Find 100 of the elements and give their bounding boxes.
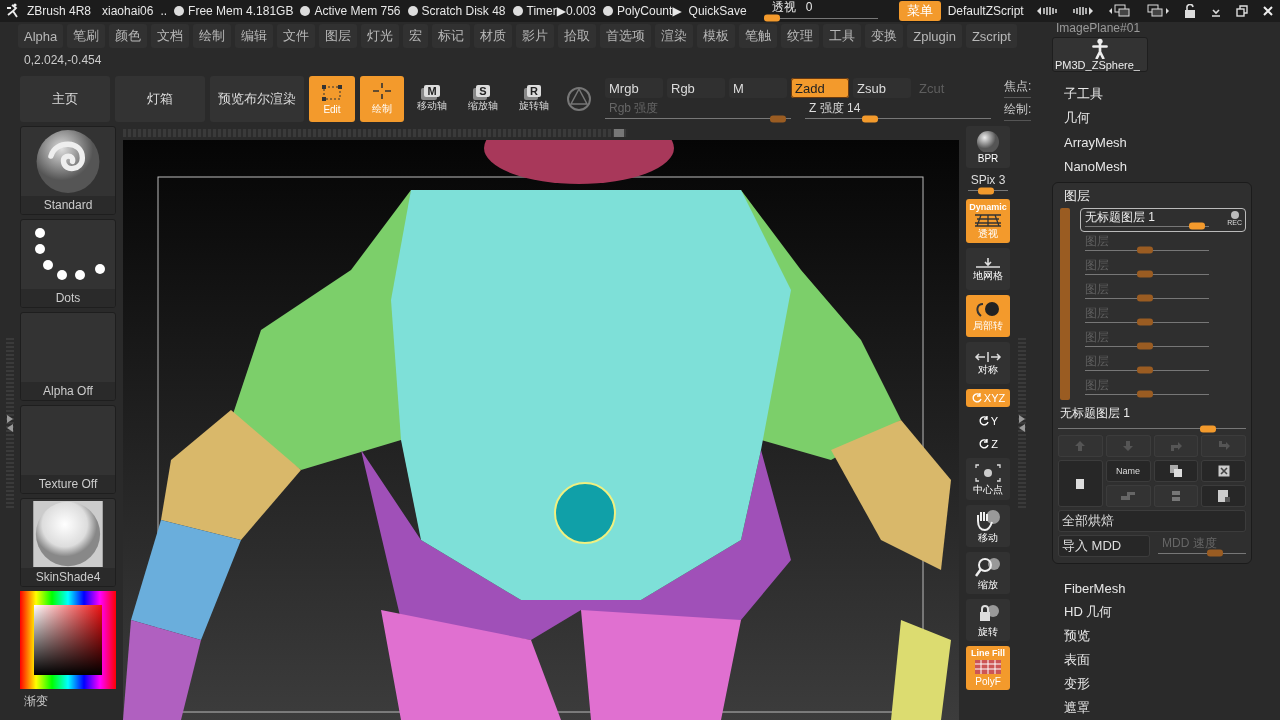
panel-section[interactable]: HD 几何 [1052,600,1252,624]
panel-section[interactable]: 预览 [1052,624,1252,648]
tool-thumbnail[interactable]: PM3D_ZSphere_ [1052,37,1148,72]
script-name: DefaultZScript [947,4,1024,18]
menu-item[interactable]: 文件 [277,24,316,48]
shelf-button[interactable]: Z [966,435,1010,453]
menu-item[interactable]: 灯光 [361,24,400,48]
shelf-card[interactable]: Texture Off [20,405,116,494]
arrow-bars-icon[interactable] [1072,5,1094,17]
toolbar-button[interactable]: 灯箱 [115,76,205,122]
slider-thumb[interactable] [862,115,879,122]
bake-button[interactable]: 全部烘焙 [1058,510,1246,532]
menu-item[interactable]: 图层 [319,24,358,48]
axis-button[interactable]: S 缩放轴 [460,76,506,122]
panel-section[interactable]: ArrayMesh [1052,130,1252,154]
status-text: Timer▶0.003 [526,4,596,18]
collapse-handle[interactable] [1018,338,1026,508]
mode-button[interactable]: M [729,78,787,98]
panel-section[interactable]: FiberMesh [1052,576,1252,600]
menu-item[interactable]: 渲染 [655,24,694,48]
menu-item[interactable]: 宏 [403,24,429,48]
shelf-button[interactable]: Y [966,412,1010,430]
menu-item[interactable]: 工具 [823,24,862,48]
shelf-button[interactable]: 对称 [966,342,1010,384]
steps-icon [1120,491,1137,501]
color-picker[interactable] [20,591,116,689]
slider-thumb[interactable] [1200,425,1217,432]
axis-button[interactable]: M 移动轴 [409,76,455,122]
menu-item[interactable]: 文档 [151,24,190,48]
edit-frame-icon [321,83,343,102]
card-label: SkinShade4 [21,568,115,586]
layer-tool-button[interactable] [1153,460,1199,482]
layer-tool-button[interactable] [1201,460,1246,482]
collapse-handle[interactable] [6,338,14,508]
shelf-card[interactable]: Alpha Off [20,312,116,401]
shelf-card[interactable]: Dots [20,219,116,308]
quicksave-button[interactable]: QuickSave [688,4,747,18]
menu-item[interactable]: Alpha [18,24,64,48]
mode-button[interactable]: Zadd [791,78,849,98]
menu-item[interactable]: 编辑 [235,24,274,48]
panel-section[interactable]: 表面 [1052,648,1252,672]
color-label: 渐变 [23,693,49,710]
shelf-button[interactable]: 缩放 [966,552,1010,594]
name-button[interactable]: Name [1105,460,1151,482]
layer-tool-button[interactable] [1058,460,1103,507]
panel-title: 图层 [1063,187,1091,205]
rotate-arrow-icon [970,392,983,404]
slider-thumb[interactable] [978,187,994,194]
arrow-bars-icon[interactable] [1036,5,1058,17]
panel-section[interactable]: 子工具 [1052,82,1252,106]
toolbar-button[interactable]: 主页 [20,76,110,122]
menu-item[interactable]: 首选项 [600,24,652,48]
dot-icon [603,6,613,16]
shelf-button[interactable]: 旋转 [966,599,1010,641]
menu-item[interactable]: 笔刷 [67,24,106,48]
menu-item[interactable]: Zplugin [907,24,962,48]
menu-item[interactable]: Zscript [965,24,1017,48]
windows-icon[interactable] [1108,4,1132,18]
menu-item[interactable]: 标记 [432,24,471,48]
windows-icon[interactable] [1146,4,1170,18]
close-icon[interactable] [1262,5,1274,17]
menu-item[interactable]: 拾取 [558,24,597,48]
side-label: 焦点: [1004,77,1032,98]
panel-section[interactable]: 遮罩 [1052,696,1252,720]
toolbar-button[interactable]: 预览布尔渲染 [210,76,304,122]
panel-section[interactable]: NanoMesh [1052,154,1252,178]
restore-icon[interactable] [1236,5,1248,17]
panel-section[interactable]: 几何 [1052,106,1252,130]
status-text: Scratch Disk 48 [421,4,506,18]
scrollbar[interactable] [1060,208,1070,400]
menu-item[interactable]: 绘制 [193,24,232,48]
turn-arrow-icon [1168,440,1183,452]
mode-button[interactable]: Rgb [667,78,725,98]
slider-thumb[interactable] [764,14,781,22]
lock-icon[interactable] [1184,4,1196,18]
shelf-card[interactable]: SkinShade4 [20,498,116,587]
dot-icon [174,6,185,16]
mode-button[interactable]: Mrgb [605,78,663,98]
import-button[interactable]: 导入 MDD [1058,535,1150,557]
rotate-arrow-icon [978,438,991,450]
turn-arrow-icon [1216,440,1231,452]
menu-item[interactable]: 纹理 [781,24,820,48]
shelf-button[interactable]: 移动 [966,505,1010,547]
menu-item[interactable]: 颜色 [109,24,148,48]
crosshair-icon [372,82,392,100]
layer-tool-button[interactable] [1201,485,1246,507]
mode-button[interactable]: Zsub [853,78,911,98]
shelf-button[interactable]: 中心点 [966,458,1010,500]
menu-item[interactable]: 笔触 [739,24,778,48]
menu-item[interactable]: 模板 [697,24,736,48]
panel-section[interactable]: 变形 [1052,672,1252,696]
menu-item[interactable]: 材质 [474,24,513,48]
menu-item[interactable]: 影片 [516,24,555,48]
shelf-button[interactable]: 地网格 [966,248,1010,290]
axis-button[interactable]: R 旋转轴 [511,76,557,122]
shelf-card[interactable]: Standard [20,126,116,215]
shelf-button[interactable]: BPR [966,126,1010,168]
dot-icon [407,6,418,16]
menu-item[interactable]: 变换 [865,24,904,48]
slider-thumb[interactable] [1188,222,1205,230]
